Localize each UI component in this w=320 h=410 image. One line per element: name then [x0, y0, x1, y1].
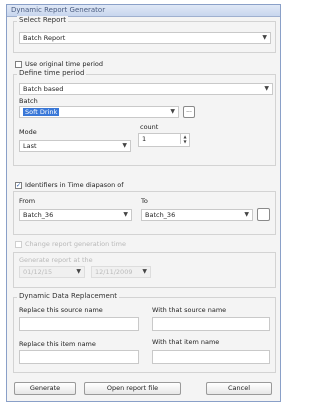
- period-select-value: Batch based: [23, 85, 64, 93]
- chevron-down-icon: ▼: [142, 268, 147, 275]
- batch-browse-button[interactable]: ...: [183, 106, 195, 118]
- date-value: 01/12/15: [23, 268, 53, 276]
- identifiers-checkbox[interactable]: ✓: [15, 182, 22, 189]
- period-select[interactable]: Batch based ▼: [19, 83, 273, 95]
- replace-source-label: Replace this source name: [19, 306, 103, 314]
- generate-at-label: Generate report at the: [19, 256, 93, 264]
- open-report-file-button[interactable]: Open report file: [84, 382, 181, 395]
- to-select[interactable]: Batch_36 ▼: [141, 209, 253, 221]
- use-original-label: Use original time period: [25, 60, 104, 68]
- time-picker[interactable]: 12/11/2009 ▼: [91, 266, 151, 278]
- from-select-value: Batch_36: [23, 211, 54, 219]
- from-select[interactable]: Batch_36 ▼: [19, 209, 132, 221]
- generate-button[interactable]: Generate: [14, 382, 76, 395]
- batch-select-value: Soft Drink: [23, 108, 60, 116]
- chevron-down-icon: ▼: [170, 108, 175, 115]
- batch-label: Batch: [19, 97, 38, 105]
- use-original-checkbox[interactable]: [15, 61, 22, 68]
- identifiers-label: Identifiers in Time diapason of: [25, 181, 124, 189]
- report-select-value: Batch Report: [23, 34, 66, 42]
- mode-label: Mode: [19, 128, 37, 136]
- identifiers-extra-button[interactable]: [257, 208, 270, 221]
- date-picker[interactable]: 01/12/15 ▼: [19, 266, 85, 278]
- change-time-label: Change report generation time: [25, 240, 126, 248]
- with-source-label: With that source name: [152, 306, 227, 314]
- select-report-legend: Select Report: [17, 16, 69, 24]
- window-title: Dynamic Report Generator: [11, 6, 106, 14]
- count-stepper[interactable]: 1 ▲ ▼: [138, 133, 190, 147]
- batch-select[interactable]: Soft Drink ▼: [19, 106, 179, 118]
- from-label: From: [19, 197, 36, 205]
- chevron-down-icon: ▼: [122, 142, 127, 149]
- cancel-button[interactable]: Cancel: [206, 382, 272, 395]
- with-item-label: With that item name: [152, 338, 220, 346]
- define-time-legend: Define time period: [17, 69, 87, 77]
- replacement-legend: Dynamic Data Replacement: [17, 292, 120, 300]
- replace-source-input[interactable]: [19, 317, 139, 331]
- with-item-input[interactable]: [152, 350, 270, 364]
- report-select[interactable]: Batch Report ▼: [19, 32, 271, 44]
- dialog-window: Dynamic Report Generator Select Report B…: [6, 4, 281, 402]
- change-time-checkbox[interactable]: [15, 241, 22, 248]
- chevron-down-icon: ▼: [264, 85, 269, 92]
- to-select-value: Batch_36: [145, 211, 176, 219]
- with-source-input[interactable]: [152, 317, 270, 331]
- chevron-down-icon: ▼: [123, 211, 128, 218]
- mode-select[interactable]: Last ▼: [19, 140, 131, 152]
- chevron-down-icon: ▼: [76, 268, 81, 275]
- count-label: count: [140, 123, 159, 131]
- time-value: 12/11/2009: [95, 268, 133, 276]
- chevron-down-icon: ▼: [244, 211, 249, 218]
- stepper-arrows-icon[interactable]: ▲ ▼: [180, 134, 189, 144]
- count-value: 1: [142, 135, 147, 143]
- mode-select-value: Last: [23, 142, 37, 150]
- replace-item-label: Replace this item name: [19, 340, 96, 348]
- replace-item-input[interactable]: [19, 350, 139, 364]
- to-label: To: [141, 197, 148, 205]
- chevron-down-icon: ▼: [262, 34, 267, 41]
